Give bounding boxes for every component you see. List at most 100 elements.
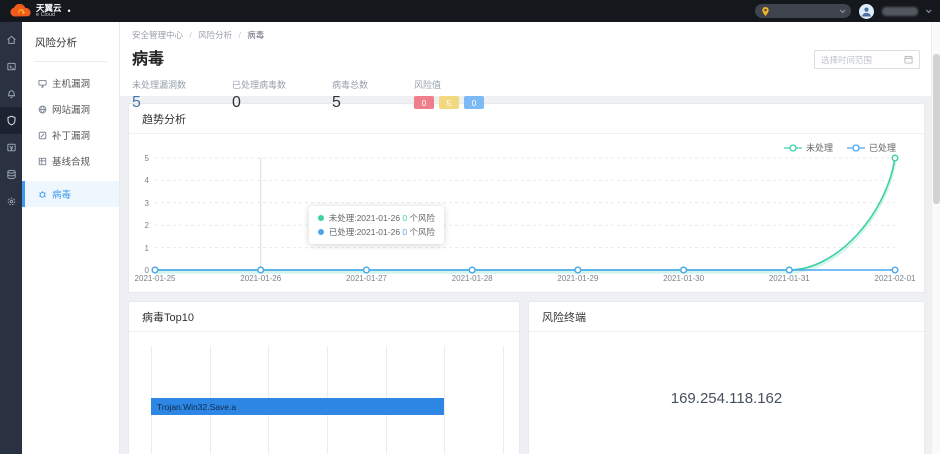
sidebar-item-baseline-compliance[interactable]: 基线合规 xyxy=(22,149,119,173)
y-axis-tick: 2 xyxy=(131,221,149,230)
stat-risk-value: 风险值 050 xyxy=(414,78,484,112)
x-axis-tick: 2021-02-01 xyxy=(875,274,916,283)
brand-logo[interactable]: 天翼云 e Cloud • xyxy=(8,4,71,18)
x-axis-tick: 2021-01-26 xyxy=(240,274,281,283)
grid-icon xyxy=(38,157,47,166)
person-icon xyxy=(861,6,872,17)
sidebar-item-label: 病毒 xyxy=(52,187,71,201)
chart-tooltip: 未处理:2021-01-26 0 个风险已处理:2021-01-26 0 个风险 xyxy=(309,206,444,244)
host-monitor-icon xyxy=(38,79,47,88)
chevron-down-icon xyxy=(840,7,846,13)
breadcrumb: 安全管理中心 / 风险分析 / 病毒 xyxy=(132,29,928,41)
breadcrumb-separator: / xyxy=(239,30,241,40)
sidebar-item-label: 基线合规 xyxy=(52,154,90,168)
risk-badge: 0 xyxy=(464,96,484,109)
topbar: 天翼云 e Cloud • xyxy=(0,0,940,22)
virus-top10-card: 病毒Top10 Trojan.Win32.Save.a xyxy=(128,301,520,454)
breadcrumb-risk-analysis[interactable]: 风险分析 xyxy=(198,30,232,40)
stat-label: 已处理病毒数 xyxy=(232,78,286,91)
sidebar-item-patch-vuln[interactable]: 补丁漏洞 xyxy=(22,123,119,147)
icon-rail xyxy=(0,22,22,454)
page-title: 病毒 xyxy=(132,45,928,69)
sidebar: 风险分析 主机漏洞 网站漏洞 补丁漏洞 基线合规 病毒 xyxy=(22,22,120,454)
stat-handled-virus: 已处理病毒数 0 xyxy=(232,78,286,112)
user-name-redacted[interactable] xyxy=(882,7,918,16)
stat-value: 5 xyxy=(132,94,186,112)
calendar-icon xyxy=(904,55,913,64)
date-range-picker[interactable]: 选择时间范围 xyxy=(814,50,920,69)
region-select[interactable] xyxy=(755,4,851,18)
legend-item-未处理[interactable]: 未处理 xyxy=(784,141,833,154)
bar-gridline xyxy=(444,346,445,454)
cloud-logo-icon xyxy=(8,4,32,18)
virus-top10-chart: Trojan.Win32.Save.a xyxy=(151,346,503,454)
sidebar-item-label: 补丁漏洞 xyxy=(52,128,90,142)
stat-value: 0 xyxy=(232,94,286,112)
sidebar-divider xyxy=(34,61,107,62)
x-axis-tick: 2021-01-29 xyxy=(557,274,598,283)
chart-legend: 未处理 已处理 xyxy=(784,141,896,154)
scrollbar-track[interactable] xyxy=(931,22,940,454)
trend-chart: 未处理 已处理 未处理:2021-01-26 0 个风险已处理:2021-01-2… xyxy=(129,134,924,294)
brand-name: 天翼云 xyxy=(36,4,62,12)
risk-terminal-title: 风险终端 xyxy=(529,302,924,332)
sidebar-item-website-vuln[interactable]: 网站漏洞 xyxy=(22,97,119,121)
x-axis-tick: 2021-01-25 xyxy=(135,274,176,283)
scrollbar-thumb[interactable] xyxy=(933,54,940,204)
series-dot-icon xyxy=(318,229,324,235)
virus-top10-title: 病毒Top10 xyxy=(129,302,519,332)
risk-badge: 0 xyxy=(414,96,434,109)
trend-analysis-card: 趋势分析 未处理已处理 未处理:2021-01-26 0 个风险已处理:2021… xyxy=(128,103,925,293)
y-axis-tick: 5 xyxy=(131,154,149,163)
page-header: 安全管理中心 / 风险分析 / 病毒 病毒 未处理漏洞数 5 已处理病毒数 0 … xyxy=(120,22,940,96)
billing-icon[interactable] xyxy=(0,134,22,161)
y-axis-tick: 1 xyxy=(131,244,149,253)
y-axis-tick: 4 xyxy=(131,176,149,185)
location-pin-icon xyxy=(762,7,769,16)
avatar[interactable] xyxy=(859,4,874,19)
x-axis-tick: 2021-01-30 xyxy=(663,274,704,283)
virus-bar[interactable]: Trojan.Win32.Save.a xyxy=(151,398,444,415)
risk-badge: 5 xyxy=(439,96,459,109)
security-shield-icon[interactable] xyxy=(0,107,22,134)
settings-gear-icon[interactable] xyxy=(0,188,22,215)
main-content: 安全管理中心 / 风险分析 / 病毒 病毒 未处理漏洞数 5 已处理病毒数 0 … xyxy=(120,22,940,454)
stat-unhandled-vuln: 未处理漏洞数 5 xyxy=(132,78,186,112)
sidebar-item-host-vuln[interactable]: 主机漏洞 xyxy=(22,71,119,95)
sidebar-title: 风险分析 xyxy=(22,22,119,50)
sidebar-item-label: 网站漏洞 xyxy=(52,102,90,116)
resources-icon[interactable] xyxy=(0,161,22,188)
breadcrumb-security-center[interactable]: 安全管理中心 xyxy=(132,30,183,40)
risk-terminal-card: 风险终端 169.254.118.162 xyxy=(528,301,925,454)
console-icon[interactable] xyxy=(0,53,22,80)
bell-icon[interactable] xyxy=(0,80,22,107)
globe-icon xyxy=(38,105,47,114)
y-axis-tick: 3 xyxy=(131,199,149,208)
virus-bar-label: Trojan.Win32.Save.a xyxy=(151,402,236,412)
sidebar-item-virus[interactable]: 病毒 xyxy=(22,181,119,207)
sidebar-item-label: 主机漏洞 xyxy=(52,76,90,90)
risk-terminal-body: 169.254.118.162 xyxy=(529,332,924,454)
tooltip-row: 未处理:2021-01-26 0 个风险 xyxy=(318,211,435,225)
legend-marker-icon xyxy=(784,144,802,152)
x-axis-tick: 2021-01-28 xyxy=(452,274,493,283)
risk-terminal-ip[interactable]: 169.254.118.162 xyxy=(671,390,783,407)
series-dot-icon xyxy=(318,215,324,221)
stat-virus-total: 病毒总数 5 xyxy=(332,78,368,112)
date-range-placeholder: 选择时间范围 xyxy=(821,54,872,66)
stat-label: 风险值 xyxy=(414,78,484,91)
patch-icon xyxy=(38,131,47,140)
legend-item-已处理[interactable]: 已处理 xyxy=(847,141,896,154)
home-icon[interactable] xyxy=(0,26,22,53)
stat-label: 未处理漏洞数 xyxy=(132,78,186,91)
x-axis-tick: 2021-01-31 xyxy=(769,274,810,283)
tooltip-row: 已处理:2021-01-26 0 个风险 xyxy=(318,225,435,239)
x-axis-tick: 2021-01-27 xyxy=(346,274,387,283)
legend-marker-icon xyxy=(847,144,865,152)
risk-badge-row: 050 xyxy=(414,96,484,109)
bar-gridline xyxy=(503,346,504,454)
brand-dot: • xyxy=(68,6,71,16)
user-menu-chevron-icon[interactable] xyxy=(926,7,932,13)
stat-value: 5 xyxy=(332,94,368,112)
virus-bug-icon xyxy=(38,190,47,199)
